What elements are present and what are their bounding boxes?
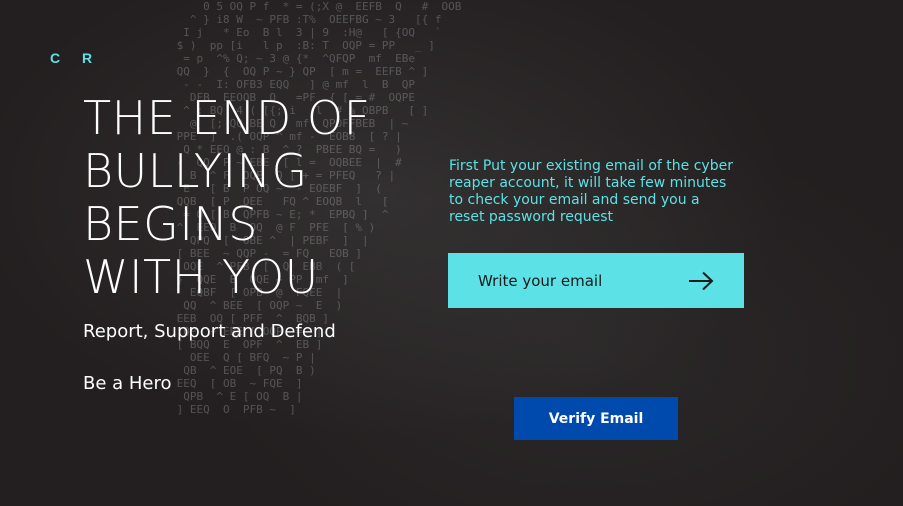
headline-line: WITH YOU — [83, 250, 319, 304]
email-field-container[interactable] — [448, 253, 744, 308]
brand-logo: C R — [50, 50, 102, 66]
headline-line: BULLYING — [83, 144, 308, 198]
headline-line: BEGINS — [83, 197, 259, 251]
headline-line: THE END OF — [83, 91, 371, 145]
reset-instructions: First Put your existing email of the cyb… — [449, 158, 733, 225]
verify-email-button[interactable]: Verify Email — [514, 397, 678, 440]
call-to-action-text: Be a Hero — [83, 373, 172, 394]
tagline: Report, Support and Defend — [83, 321, 336, 342]
page-headline: THE END OF BULLYING BEGINS WITH YOU — [83, 92, 423, 304]
arrow-right-icon[interactable] — [688, 271, 714, 291]
email-input[interactable] — [478, 271, 688, 290]
